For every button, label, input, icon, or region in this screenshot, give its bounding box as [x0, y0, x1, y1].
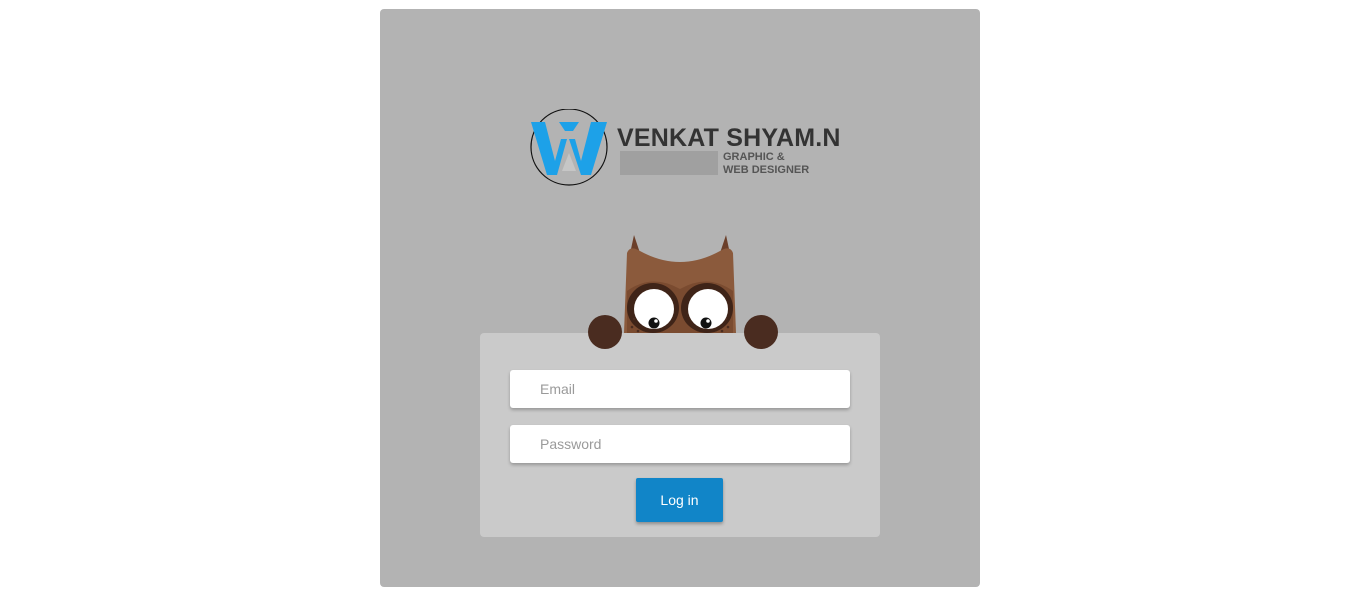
brand-redacted-block — [620, 151, 718, 175]
login-panel: VENKAT SHYAM.N GRAPHIC & WEB DESIGNER Em… — [380, 9, 980, 587]
login-card: Log in — [480, 333, 880, 537]
owl-right-paw — [744, 315, 778, 349]
email-input[interactable] — [510, 370, 850, 408]
password-input[interactable] — [510, 425, 850, 463]
brand-name: VENKAT SHYAM.N — [617, 124, 841, 152]
brand-logo: VENKAT SHYAM.N GRAPHIC & WEB DESIGNER — [529, 109, 840, 189]
brand-tagline-line1: GRAPHIC & — [723, 151, 785, 163]
brand-tagline: GRAPHIC & WEB DESIGNER — [723, 151, 809, 176]
vs-monogram-logo-icon — [530, 109, 608, 186]
owl-left-paw — [588, 315, 622, 349]
login-button[interactable]: Log in — [636, 478, 723, 522]
brand-tagline-line2: WEB DESIGNER — [723, 163, 810, 176]
